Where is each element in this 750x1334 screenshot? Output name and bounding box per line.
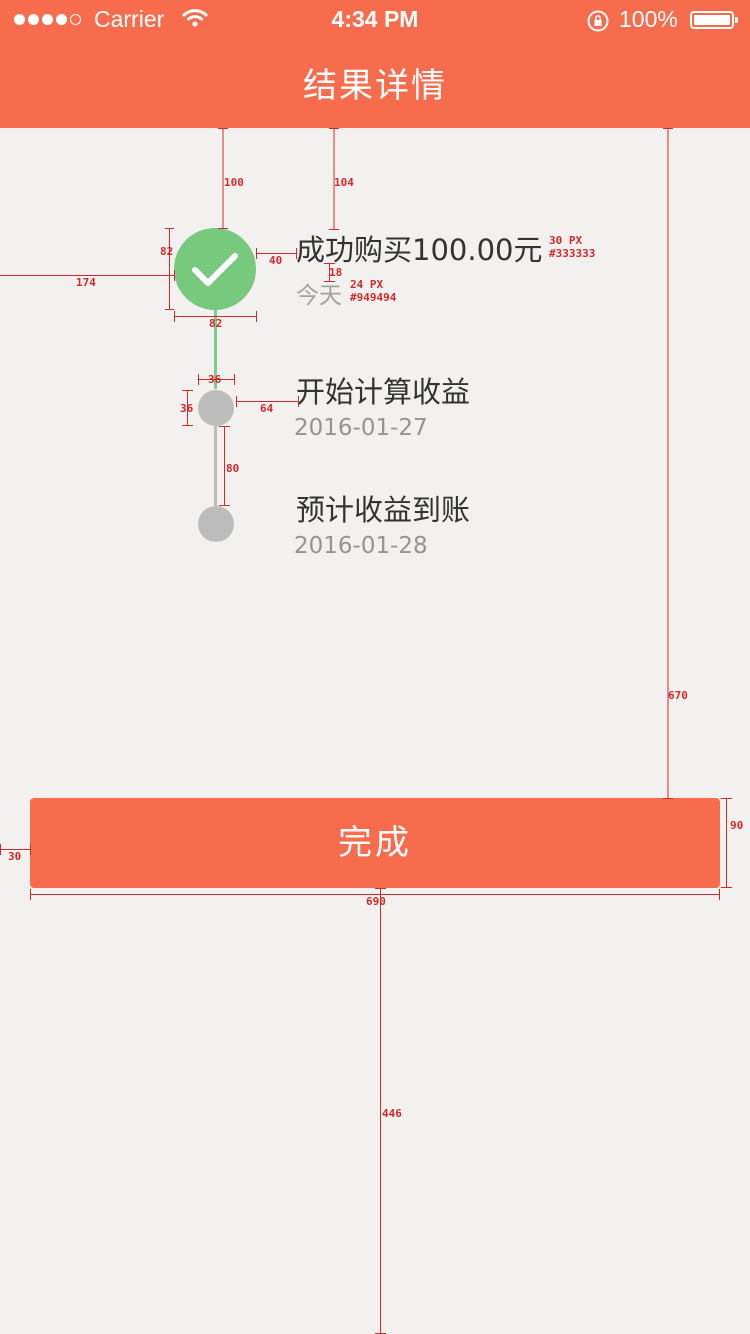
rotation-lock-icon (586, 9, 610, 37)
annotation-label: 36 (180, 402, 194, 415)
battery-percent: 100% (619, 6, 678, 32)
annotation-label: 82 (209, 317, 223, 330)
timeline-node-pending (198, 506, 234, 542)
annotation-label: 24 PX (350, 278, 384, 291)
battery-icon (690, 11, 738, 29)
step-date: 2016-01-28 (294, 533, 428, 559)
step-title: 预计收益到账 (296, 493, 471, 527)
annotation-label: 90 (730, 819, 744, 832)
step-title: 成功购买100.00元 (296, 233, 543, 267)
annotation-label: #949494 (350, 291, 397, 304)
annotation-label: 30 PX (549, 234, 583, 247)
annotation-label: #333333 (549, 247, 596, 260)
annotation-label: 64 (260, 402, 274, 415)
annotation-lines (0, 128, 732, 1334)
annotation-label: 18 (329, 266, 343, 279)
annotation-label: 100 (224, 176, 244, 189)
status-bar: Carrier 4:34 PM 100% (0, 0, 750, 40)
step-date: 2016-01-27 (294, 415, 428, 441)
annotation-label: 446 (382, 1107, 402, 1120)
step-title: 开始计算收益 (296, 375, 471, 409)
annotation-label: 104 (334, 176, 354, 189)
annotation-label: 174 (76, 276, 96, 289)
timeline-node-pending (198, 390, 234, 426)
step-date: 今天 (296, 283, 342, 309)
check-icon (174, 228, 256, 310)
done-button[interactable]: 完成 (30, 798, 720, 888)
annotation-label: 36 (208, 373, 222, 386)
annotation-label: 30 (8, 850, 22, 863)
annotation-label: 82 (160, 245, 174, 258)
annotation-label: 670 (668, 689, 688, 702)
timeline-connector-pending (214, 426, 217, 506)
nav-header: Carrier 4:34 PM 100% 结果详情 (0, 0, 750, 128)
annotation-label: 80 (226, 462, 240, 475)
annotation-label: 40 (269, 254, 283, 267)
annotation-label: 690 (366, 895, 386, 908)
page-title: 结果详情 (303, 66, 447, 106)
